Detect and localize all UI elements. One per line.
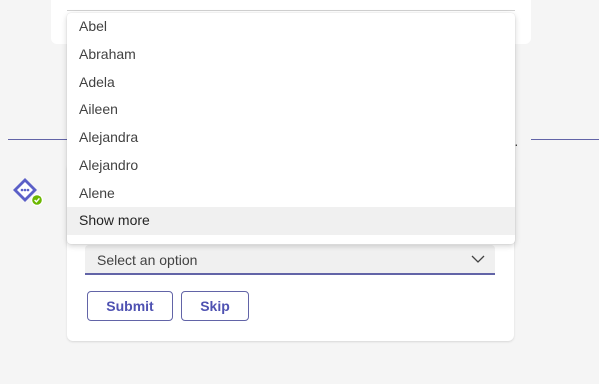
- available-status-icon: [31, 194, 43, 206]
- dropdown-option-adela[interactable]: Adela: [67, 69, 515, 97]
- option-select[interactable]: Select an option: [85, 245, 495, 275]
- show-more-option[interactable]: Show more: [67, 207, 515, 235]
- message-divider-right: [531, 139, 599, 140]
- bot-avatar-icon: [13, 178, 43, 206]
- message-divider-left: [8, 139, 70, 140]
- dropdown-option-abraham[interactable]: Abraham: [67, 41, 515, 69]
- dropdown-option-aileen[interactable]: Aileen: [67, 96, 515, 124]
- chevron-down-icon[interactable]: [471, 254, 485, 264]
- option-dropdown-list: Abel Abraham Adela Aileen Alejandra Alej…: [67, 13, 515, 244]
- submit-button[interactable]: Submit: [87, 291, 173, 321]
- select-placeholder: Select an option: [97, 252, 198, 268]
- dropdown-option-alene[interactable]: Alene: [67, 180, 515, 208]
- dropdown-option-alejandro[interactable]: Alejandro: [67, 152, 515, 180]
- bot-avatar[interactable]: [10, 175, 44, 209]
- skip-button[interactable]: Skip: [181, 291, 249, 321]
- previous-card-field: [67, 0, 515, 11]
- dropdown-option-abel[interactable]: Abel: [67, 13, 515, 41]
- dropdown-option-alejandra[interactable]: Alejandra: [67, 124, 515, 152]
